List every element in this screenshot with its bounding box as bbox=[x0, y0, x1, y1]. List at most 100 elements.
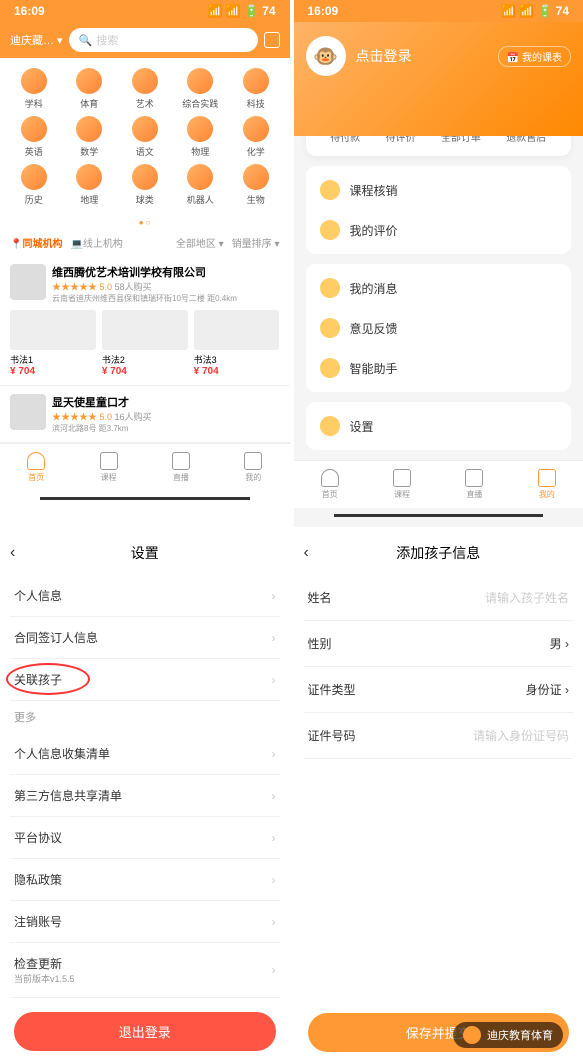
field-name[interactable]: 姓名 请输入孩子姓名 bbox=[304, 575, 574, 621]
filter-region[interactable]: 全部地区 ▾ bbox=[176, 235, 224, 250]
listing-address: 滨河北路8号 距3.7km bbox=[52, 423, 280, 434]
menu-item[interactable]: 我的评价 bbox=[306, 210, 572, 250]
category-item[interactable]: 艺术 bbox=[119, 68, 171, 110]
tab-item[interactable]: 课程 bbox=[100, 452, 118, 483]
tab-online[interactable]: 💻线上机构 bbox=[70, 235, 122, 250]
listing-1[interactable]: 维西腾优艺术培训学校有限公司 ★★★★★ 5.0 58人购买 云南省迪庆州维西县… bbox=[0, 256, 290, 386]
location-picker[interactable]: 迪庆藏… ▾ bbox=[10, 32, 63, 48]
tab-item[interactable]: 首页 bbox=[321, 469, 339, 500]
tab-label: 直播 bbox=[173, 472, 189, 483]
setting-label: 关联孩子 bbox=[14, 671, 62, 688]
chevron-right-icon: › bbox=[272, 589, 276, 603]
setting-update[interactable]: 检查更新 当前版本v1.5.5 › bbox=[10, 943, 280, 998]
tab-local[interactable]: 📍同城机构 bbox=[10, 235, 62, 250]
category-item[interactable]: 英语 bbox=[8, 116, 60, 158]
category-icon bbox=[187, 164, 213, 190]
category-item[interactable]: 综合实践 bbox=[175, 68, 227, 110]
badge-avatar-icon bbox=[463, 1026, 481, 1044]
category-item[interactable]: 语文 bbox=[119, 116, 171, 158]
category-icon bbox=[243, 68, 269, 94]
field-gender[interactable]: 性别 男 › bbox=[304, 621, 574, 667]
setting-row[interactable]: 隐私政策› bbox=[10, 859, 280, 901]
my-courses-button[interactable]: 📅 我的课表 bbox=[498, 46, 571, 67]
menu-item[interactable]: 意见反馈 bbox=[306, 308, 572, 348]
category-icon bbox=[76, 116, 102, 142]
category-icon bbox=[21, 68, 47, 94]
page-title: 添加孩子信息 bbox=[324, 543, 554, 563]
field-idtype[interactable]: 证件类型 身份证 › bbox=[304, 667, 574, 713]
setting-row[interactable]: 个人信息› bbox=[10, 575, 280, 617]
tab-item[interactable]: 首页 bbox=[27, 452, 45, 483]
setting-label: 合同签订人信息 bbox=[14, 629, 98, 646]
home-screen: 16:09 📶 📶 🔋74 迪庆藏… ▾ 🔍 搜索 学科体育艺术综合实践科技英语… bbox=[0, 0, 290, 527]
scan-icon[interactable] bbox=[264, 32, 280, 48]
category-label: 地理 bbox=[80, 193, 98, 206]
tab-item[interactable]: 直播 bbox=[465, 469, 483, 500]
profile-header: 🐵 点击登录 📅 我的课表 bbox=[294, 22, 583, 136]
category-label: 物理 bbox=[191, 145, 209, 158]
category-item[interactable]: 机器人 bbox=[175, 164, 227, 206]
course-price: ¥ 704 bbox=[102, 366, 188, 377]
tab-item[interactable]: 课程 bbox=[393, 469, 411, 500]
menu-item[interactable]: 智能助手 bbox=[306, 348, 572, 388]
more-label: 更多 bbox=[10, 701, 280, 733]
course-card[interactable]: 书法3¥ 704 bbox=[194, 310, 280, 377]
category-icon bbox=[21, 164, 47, 190]
field-idnum[interactable]: 证件号码 请输入身份证号码 bbox=[304, 713, 574, 759]
menu-icon bbox=[320, 416, 340, 436]
category-item[interactable]: 生物 bbox=[230, 164, 282, 206]
course-image bbox=[194, 310, 280, 350]
menu-item[interactable]: 设置 bbox=[306, 406, 572, 446]
logout-button[interactable]: 退出登录 bbox=[14, 1012, 276, 1051]
category-grid: 学科体育艺术综合实践科技英语数学语文物理 化学历史 地理 球类机器人生物 bbox=[0, 58, 290, 216]
category-icon bbox=[132, 164, 158, 190]
page-title: 设置 bbox=[30, 543, 260, 563]
setting-row[interactable]: 关联孩子› bbox=[10, 659, 280, 701]
course-card[interactable]: 书法2¥ 704 bbox=[102, 310, 188, 377]
chevron-right-icon: › bbox=[272, 789, 276, 803]
back-button[interactable]: ‹ bbox=[10, 544, 30, 562]
category-label: 历史 bbox=[25, 193, 43, 206]
category-icon bbox=[187, 68, 213, 94]
tab-icon bbox=[100, 452, 118, 470]
course-price: ¥ 704 bbox=[194, 366, 280, 377]
chevron-right-icon: › bbox=[272, 915, 276, 929]
filter-sort[interactable]: 销量排序 ▾ bbox=[232, 235, 280, 250]
listing-title: 维西腾优艺术培训学校有限公司 bbox=[52, 264, 280, 280]
setting-row[interactable]: 合同签订人信息› bbox=[10, 617, 280, 659]
add-child-screen: ‹ 添加孩子信息 姓名 请输入孩子姓名 性别 男 › 证件类型 身份证 › 证件… bbox=[294, 531, 583, 1062]
tab-icon bbox=[27, 452, 45, 470]
tab-icon bbox=[465, 469, 483, 487]
category-item[interactable]: 历史 bbox=[8, 164, 60, 206]
setting-row[interactable]: 第三方信息共享清单 › bbox=[10, 775, 280, 817]
category-item[interactable]: 科技 bbox=[230, 68, 282, 110]
back-button[interactable]: ‹ bbox=[304, 544, 324, 562]
wechat-badge[interactable]: 迪庆教育体育 bbox=[453, 1022, 563, 1048]
tab-item[interactable]: 我的 bbox=[244, 452, 262, 483]
setting-label: 第三方信息共享清单 bbox=[14, 787, 122, 804]
category-label: 化学 bbox=[247, 145, 265, 158]
status-bar: 16:09 📶 📶 🔋74 bbox=[0, 0, 290, 22]
login-button[interactable]: 点击登录 bbox=[356, 46, 488, 66]
category-icon bbox=[132, 116, 158, 142]
category-item[interactable]: 体育 bbox=[64, 68, 116, 110]
listing-2[interactable]: 显天使星童口才 ★★★★★ 5.0 16人购买 滨河北路8号 距3.7km bbox=[0, 386, 290, 443]
setting-row[interactable]: 个人信息收集清单› bbox=[10, 733, 280, 775]
search-input[interactable]: 🔍 搜索 bbox=[69, 28, 258, 52]
listing-rating: ★★★★★ 5.0 16人购买 bbox=[52, 410, 280, 423]
menu-item[interactable]: 我的消息 bbox=[306, 268, 572, 308]
category-item[interactable]: 化学 bbox=[230, 116, 282, 158]
setting-row[interactable]: 平台协议› bbox=[10, 817, 280, 859]
avatar[interactable]: 🐵 bbox=[306, 36, 346, 76]
category-item[interactable]: 数学 bbox=[64, 116, 116, 158]
category-item[interactable]: 地理 bbox=[64, 164, 116, 206]
category-item[interactable]: 物理 bbox=[175, 116, 227, 158]
tab-item[interactable]: 直播 bbox=[172, 452, 190, 483]
setting-row[interactable]: 注销账号› bbox=[10, 901, 280, 943]
category-item[interactable]: 学科 bbox=[8, 68, 60, 110]
category-item[interactable]: 球类 bbox=[119, 164, 171, 206]
tab-item[interactable]: 我的 bbox=[538, 469, 556, 500]
category-icon bbox=[76, 68, 102, 94]
menu-item[interactable]: 课程核销 bbox=[306, 170, 572, 210]
course-card[interactable]: 书法1¥ 704 bbox=[10, 310, 96, 377]
